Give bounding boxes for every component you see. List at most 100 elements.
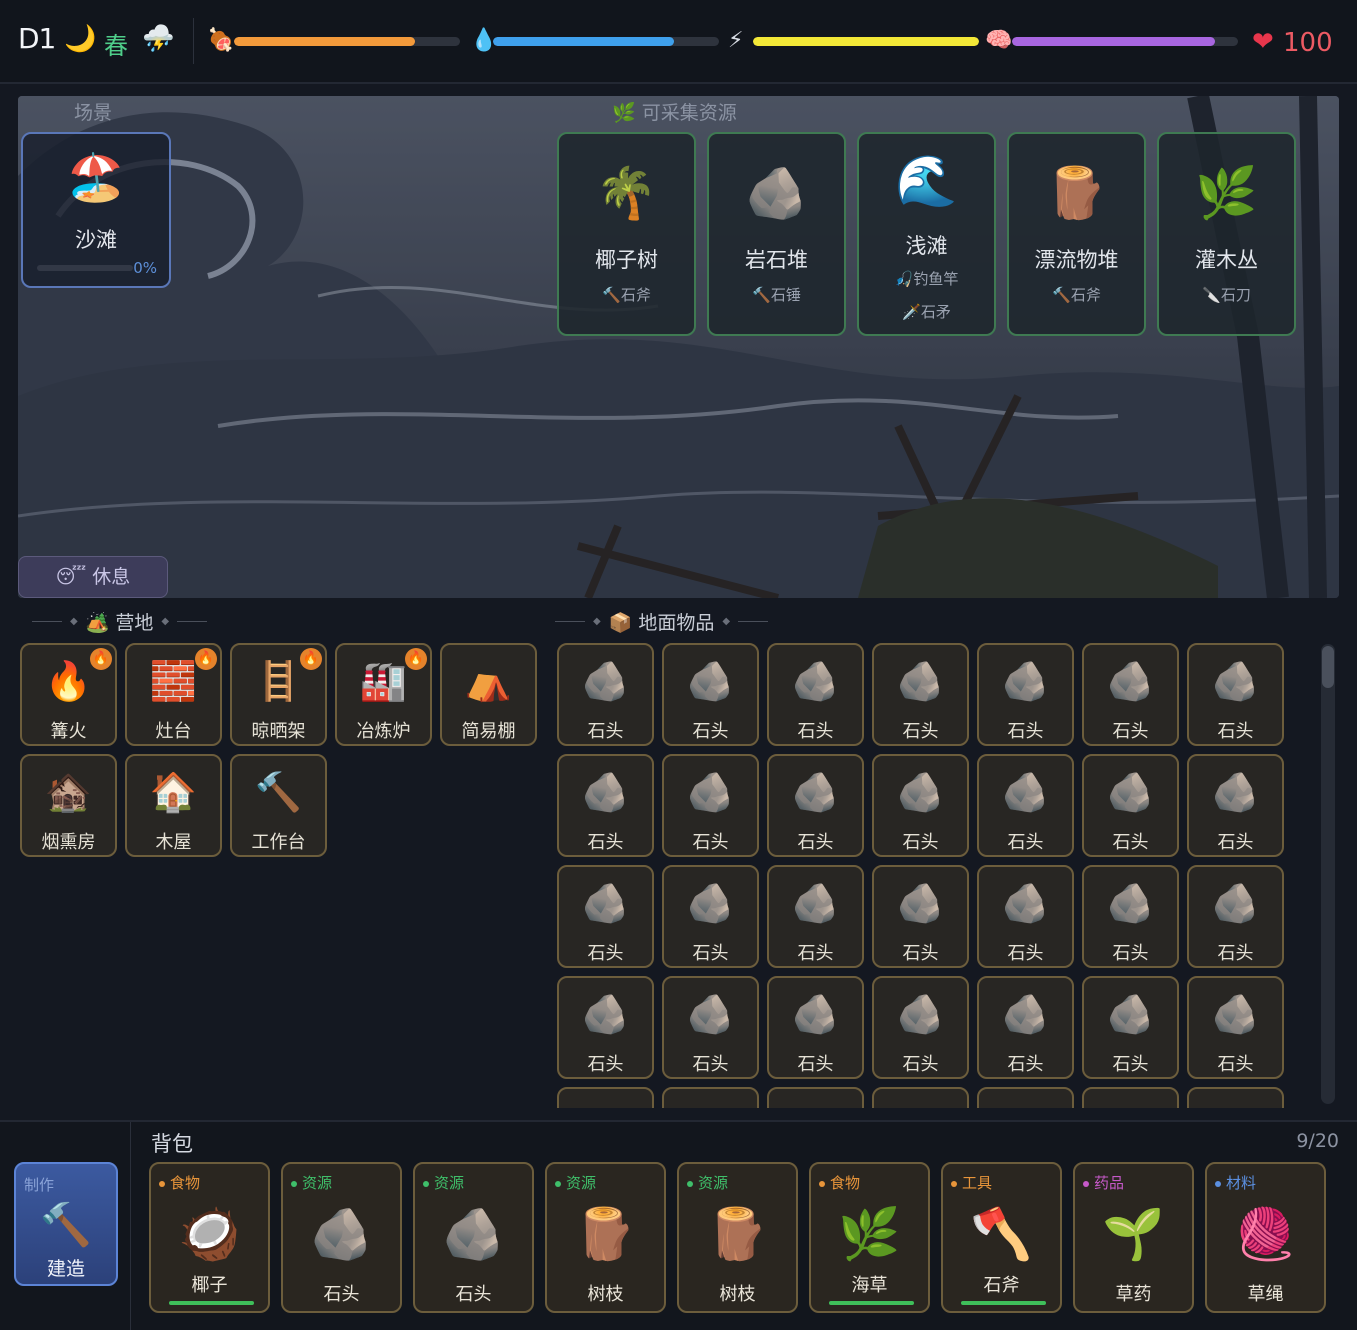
rock-icon: 🪨 — [1001, 881, 1050, 925]
ground-item[interactable]: 🪨 石头 — [1187, 754, 1284, 857]
ground-item-partial[interactable] — [767, 1087, 864, 1108]
item-name: 石头 — [1217, 1054, 1254, 1075]
ground-item[interactable]: 🪨 石头 — [767, 976, 864, 1079]
ground-item-partial[interactable] — [872, 1087, 969, 1108]
ground-item[interactable]: 🪨 石头 — [1187, 865, 1284, 968]
ground-item[interactable]: 🪨 石头 — [557, 643, 654, 746]
resource-rock-pile[interactable]: 🪨 岩石堆 🔨石锤 — [707, 132, 846, 336]
camp-header: ◆ 🏕️ 营地 ◆ — [32, 608, 208, 635]
storm-icon: ⛈️ — [142, 24, 175, 54]
camp-structure[interactable]: 🔨 工作台 — [230, 754, 327, 857]
ground-item[interactable]: 🪨 石头 — [662, 976, 759, 1079]
item-name: 石头 — [587, 832, 624, 853]
inventory-slot[interactable]: 食物 🥥 椰子 — [149, 1162, 270, 1313]
resource-driftwood-pile[interactable]: 🪵 漂流物堆 🔨石斧 — [1007, 132, 1146, 336]
item-name: 石头 — [1007, 832, 1044, 853]
herb-icon: 🌿 — [1195, 164, 1258, 222]
ground-item[interactable]: 🪨 石头 — [977, 865, 1074, 968]
ground-item[interactable]: 🪨 石头 — [662, 754, 759, 857]
item-name: 石头 — [797, 832, 834, 853]
ground-item[interactable]: 🪨 石头 — [872, 754, 969, 857]
ground-item[interactable]: 🪨 石头 — [767, 643, 864, 746]
ground-scroll-thumb[interactable] — [1322, 646, 1334, 688]
ground-item[interactable]: 🪨 石头 — [557, 865, 654, 968]
ground-item[interactable]: 🪨 石头 — [977, 976, 1074, 1079]
ground-item[interactable]: 🪨 石头 — [872, 643, 969, 746]
category-tag: 食物 — [159, 1172, 200, 1193]
ground-item-partial[interactable] — [1187, 1087, 1284, 1108]
axe-icon: 🪓 — [970, 1205, 1033, 1263]
ground-item[interactable]: 🪨 石头 — [557, 976, 654, 1079]
divider — [193, 18, 194, 64]
craft-tag: 制作 — [24, 1176, 55, 1194]
hammer-icon: 🔨 — [254, 770, 303, 814]
rest-button[interactable]: 😴 休息 — [18, 556, 168, 598]
rock-icon: 🪨 — [791, 770, 840, 814]
ground-item[interactable]: 🪨 石头 — [662, 643, 759, 746]
coconut-icon: 🥥 — [178, 1205, 241, 1263]
ground-scrollbar[interactable] — [1321, 644, 1335, 1104]
ground-item[interactable]: 🪨 石头 — [1187, 976, 1284, 1079]
season-label: 春 — [104, 32, 128, 60]
camp-structure[interactable]: 🪜 晾晒架 🔥 — [230, 643, 327, 746]
inventory-slot[interactable]: 药品 🌱 草药 — [1073, 1162, 1194, 1313]
inventory-slot[interactable]: 资源 🪵 树枝 — [677, 1162, 798, 1313]
camp-structure[interactable]: 🏭 冶炼炉 🔥 — [335, 643, 432, 746]
ground-item[interactable]: 🪨 石头 — [977, 754, 1074, 857]
ground-item-partial[interactable] — [662, 1087, 759, 1108]
inventory-slot[interactable]: 资源 🪨 石头 — [413, 1162, 534, 1313]
fire-icon: 🔥 — [90, 648, 112, 670]
location-card-beach[interactable]: 🏖️ 沙滩 0% — [21, 132, 171, 288]
inventory-slot[interactable]: 工具 🪓 石斧 — [941, 1162, 1062, 1313]
item-name: 石头 — [1112, 943, 1149, 964]
ground-item[interactable]: 🪨 石头 — [1187, 643, 1284, 746]
ground-item-partial[interactable] — [1082, 1087, 1179, 1108]
inventory-slot[interactable]: 材料 🧶 草绳 — [1205, 1162, 1326, 1313]
rock-icon: 🪨 — [686, 770, 735, 814]
camp-structure[interactable]: 🏚️ 烟熏房 — [20, 754, 117, 857]
ground-item-partial[interactable] — [557, 1087, 654, 1108]
ground-item[interactable]: 🪨 石头 — [662, 865, 759, 968]
resource-shallows[interactable]: 🌊 浅滩 🎣钓鱼竿 🗡️石矛 — [857, 132, 996, 336]
resource-coconut-tree[interactable]: 🌴 椰子树 🔨石斧 — [557, 132, 696, 336]
beach-umbrella-icon: 🏖️ — [67, 150, 125, 204]
exploration-progress-bar — [37, 265, 133, 271]
resource-name: 漂流物堆 — [1034, 248, 1119, 272]
divider — [130, 1122, 131, 1330]
ground-item[interactable]: 🪨 石头 — [767, 754, 864, 857]
ground-item[interactable]: 🪨 石头 — [1082, 643, 1179, 746]
category-tag: 资源 — [291, 1172, 332, 1193]
ground-item[interactable]: 🪨 石头 — [872, 865, 969, 968]
rock-icon: 🪨 — [581, 659, 630, 703]
item-name: 石头 — [692, 832, 729, 853]
camp-structure[interactable]: 🔥 篝火 🔥 — [20, 643, 117, 746]
ground-item[interactable]: 🪨 石头 — [767, 865, 864, 968]
resource-shrubs[interactable]: 🌿 灌木丛 🔪石刀 — [1157, 132, 1296, 336]
camp-structure[interactable]: 🏠 木屋 — [125, 754, 222, 857]
camp-structure[interactable]: ⛺ 简易棚 — [440, 643, 537, 746]
item-name: 石头 — [692, 1054, 729, 1075]
rock-icon: 🪨 — [791, 992, 840, 1036]
item-name: 石头 — [797, 1054, 834, 1075]
scene-label: 场景 — [74, 102, 113, 124]
ground-item[interactable]: 🪨 石头 — [872, 976, 969, 1079]
rock-icon: 🪨 — [1211, 992, 1260, 1036]
inventory-slot[interactable]: 资源 🪨 石头 — [281, 1162, 402, 1313]
ground-item[interactable]: 🪨 石头 — [1082, 865, 1179, 968]
camp-structure[interactable]: 🧱 灶台 🔥 — [125, 643, 222, 746]
ground-item[interactable]: 🪨 石头 — [557, 754, 654, 857]
ground-item[interactable]: 🪨 石头 — [1082, 976, 1179, 1079]
ground-items-grid: 🪨 石头 🪨 石头 🪨 石头 🪨 石头 🪨 石头 🪨 石头 🪨 石头 🪨 石头 🪨 石头 🪨 石头… — [555, 640, 1295, 1108]
backpack-title: 背包 — [151, 1132, 193, 1156]
build-button[interactable]: 制作 🔨 建造 — [14, 1162, 118, 1286]
item-name: 石头 — [692, 721, 729, 742]
rock-icon: 🪨 — [442, 1205, 505, 1263]
ground-item-partial[interactable] — [977, 1087, 1074, 1108]
ground-item[interactable]: 🪨 石头 — [977, 643, 1074, 746]
inventory-slot[interactable]: 食物 🌿 海草 — [809, 1162, 930, 1313]
item-name: 石头 — [1112, 1054, 1149, 1075]
inventory-slot[interactable]: 资源 🪵 树枝 — [545, 1162, 666, 1313]
item-name: 石头 — [692, 943, 729, 964]
category-tag: 资源 — [423, 1172, 464, 1193]
ground-item[interactable]: 🪨 石头 — [1082, 754, 1179, 857]
